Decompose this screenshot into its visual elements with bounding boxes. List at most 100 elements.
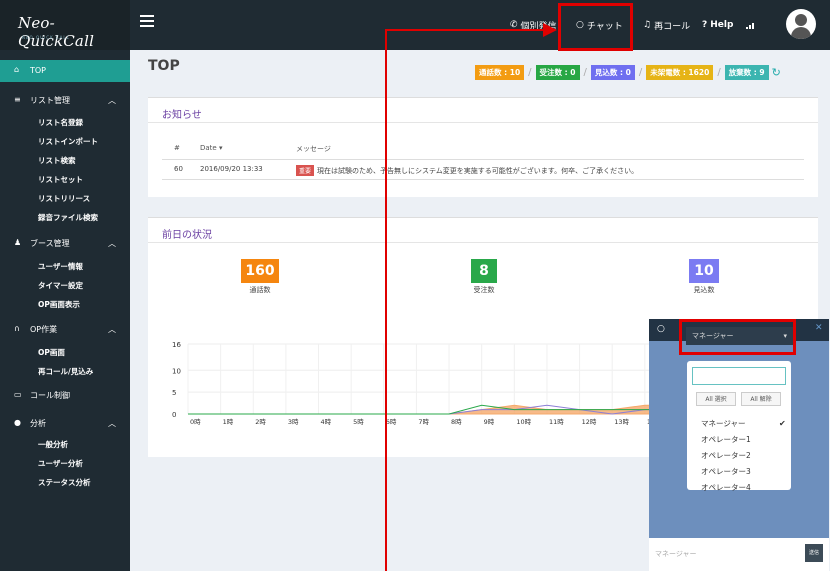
stats-separator: /: [528, 66, 532, 78]
divider: [148, 242, 818, 243]
sidebar: ⌂ TOP ≡ リスト管理 ︿ リスト名登録 リストインポート リスト検索 リス…: [0, 50, 130, 571]
divider: [162, 179, 804, 180]
signal-icon[interactable]: [746, 0, 756, 50]
hamburger-menu-icon[interactable]: [140, 15, 154, 27]
sidebar-item-recall-prospect[interactable]: 再コール/見込み: [38, 366, 93, 377]
chart-xtick-label: 10時: [516, 418, 531, 426]
chart-ytick-label: 10: [172, 367, 181, 375]
list-icon: ≡: [14, 95, 21, 104]
chart-xtick-label: 9時: [484, 418, 495, 426]
chat-bubble-icon: ○: [657, 324, 665, 334]
refresh-icon[interactable]: ↻: [772, 66, 781, 79]
clear-all-button[interactable]: All 解除: [741, 392, 781, 406]
user-icon: ♟: [14, 238, 22, 247]
sidebar-item-user-info[interactable]: ユーザー情報: [38, 261, 83, 272]
stats-separator: /: [638, 66, 643, 78]
kpi-calls: 160 通話数: [234, 259, 286, 295]
send-button[interactable]: 送信: [805, 544, 823, 562]
check-icon: ✔: [779, 419, 786, 428]
brand[interactable]: Neo-QuickCall NEO QUICK CALL: [0, 0, 130, 50]
sidebar-item-user-analysis[interactable]: ユーザー分析: [38, 458, 83, 469]
user-avatar[interactable]: [786, 9, 816, 39]
sidebar-group-call-control[interactable]: ▭ コール制御: [0, 388, 130, 404]
stats-separator: /: [717, 66, 721, 78]
stat-badge-prospects: 見込数 : 0: [590, 64, 635, 80]
kpi-prospects: 10 見込数: [678, 259, 730, 295]
chart-xtick-label: 8時: [451, 418, 462, 426]
recall-link[interactable]: ♫ 再コール: [643, 0, 690, 50]
sidebar-group-call-control-label: コール制御: [30, 391, 70, 400]
recipient-option-operator4[interactable]: オペレーター4: [701, 482, 751, 493]
select-all-button[interactable]: All 選択: [696, 392, 736, 406]
annotation-chat-highlight: [558, 3, 633, 51]
page-title: TOP: [148, 58, 180, 74]
divider: [162, 159, 804, 160]
sidebar-item-general-analysis[interactable]: 一般分析: [38, 439, 68, 450]
kpi-orders-label: 受注数: [473, 286, 495, 294]
sidebar-item-status-analysis[interactable]: ステータス分析: [38, 477, 91, 488]
chevron-up-icon: ︿: [108, 239, 116, 248]
chevron-up-icon: ︿: [108, 325, 116, 334]
summary-title: 前日の状況: [162, 230, 212, 241]
stat-badge-abandoned: 放棄数 : 9: [724, 64, 769, 80]
chat-message-input[interactable]: マネージャー: [649, 545, 799, 563]
chart-ytick-label: 0: [172, 411, 176, 419]
home-icon: ⌂: [14, 65, 20, 74]
chevron-up-icon: ︿: [108, 419, 116, 428]
sidebar-item-op-screen[interactable]: OP画面: [38, 347, 65, 358]
news-row-date: 2016/09/20 13:33: [200, 165, 263, 173]
chevron-up-icon: ︿: [108, 96, 116, 105]
annotation-select-highlight: [679, 319, 796, 355]
sidebar-item-list-import[interactable]: リストインポート: [38, 136, 98, 147]
help-link[interactable]: ? Help: [702, 0, 733, 50]
close-icon[interactable]: ✕: [815, 323, 823, 333]
sidebar-item-list-search[interactable]: リスト検索: [38, 155, 76, 166]
sidebar-item-list-register[interactable]: リスト名登録: [38, 117, 83, 128]
sort-down-icon: ▾: [218, 144, 223, 152]
sidebar-item-list-set[interactable]: リストセット: [38, 174, 83, 185]
chart-xtick-label: 12時: [582, 418, 597, 426]
kpi-calls-label: 通話数: [249, 286, 271, 294]
brand-logo: Neo-QuickCall: [18, 14, 95, 50]
chart-xtick-label: 11時: [549, 418, 564, 426]
sidebar-group-list-label: リスト管理: [30, 96, 70, 105]
recipient-option-operator3[interactable]: オペレーター3: [701, 466, 751, 477]
annotation-arrow-icon: [543, 23, 557, 37]
divider: [148, 122, 818, 123]
pie-chart-icon: ●: [14, 418, 21, 427]
sidebar-group-list[interactable]: ≡ リスト管理 ︿: [0, 93, 130, 109]
sidebar-item-recording-search[interactable]: 録音ファイル検索: [38, 212, 98, 223]
headset-icon: ∩: [14, 324, 20, 333]
recipient-option-manager[interactable]: マネージャー: [701, 418, 745, 429]
chart-ytick-label: 5: [172, 389, 176, 397]
stat-badge-orders: 受注数 : 0: [535, 64, 580, 80]
sidebar-group-op-work[interactable]: ∩ OP作業 ︿: [0, 322, 130, 338]
stats-separator: /: [583, 66, 587, 78]
news-header-date[interactable]: Date ▾: [200, 144, 222, 152]
sidebar-item-top[interactable]: ⌂ TOP: [0, 60, 130, 82]
chart-xtick-label: 6時: [386, 418, 397, 426]
sidebar-group-analysis[interactable]: ● 分析 ︿: [0, 416, 130, 432]
chart-xtick-label: 7時: [418, 418, 429, 426]
sidebar-item-op-screen-display[interactable]: OP画面表示: [38, 299, 80, 310]
news-panel: お知らせ # Date ▾ メッセージ 60 2016/09/20 13:33 …: [148, 97, 818, 197]
news-title: お知らせ: [162, 110, 202, 121]
chat-panel: ○ ✕ マネージャー ▾ All 選択 All 解除 マネージャー ✔ オペレー…: [649, 319, 829, 571]
kpi-prospects-value: 10: [689, 259, 719, 283]
chat-footer: マネージャー 送信: [649, 538, 829, 571]
recipient-search-input[interactable]: [692, 367, 786, 385]
sidebar-item-timer-settings[interactable]: タイマー設定: [38, 280, 83, 291]
kpi-prospects-label: 見込数: [693, 286, 715, 294]
recipient-option-operator1[interactable]: オペレーター1: [701, 434, 751, 445]
news-header-date-label: Date: [200, 144, 217, 152]
sidebar-item-list-release[interactable]: リストリリース: [38, 193, 90, 204]
sidebar-group-analysis-label: 分析: [30, 419, 46, 428]
news-header-message: メッセージ: [296, 145, 331, 153]
stats-bar: 通話数 : 10 / 受注数 : 0 / 見込数 : 0 / 未架電数 : 16…: [475, 64, 781, 80]
sidebar-group-op-work-label: OP作業: [30, 325, 58, 334]
sidebar-group-booth[interactable]: ♟ ブース管理 ︿: [0, 236, 130, 252]
recipient-option-operator2[interactable]: オペレーター2: [701, 450, 751, 461]
sidebar-item-top-label: TOP: [30, 66, 47, 75]
news-row-num: 60: [174, 165, 183, 173]
annotation-line-horizontal: [385, 29, 545, 31]
